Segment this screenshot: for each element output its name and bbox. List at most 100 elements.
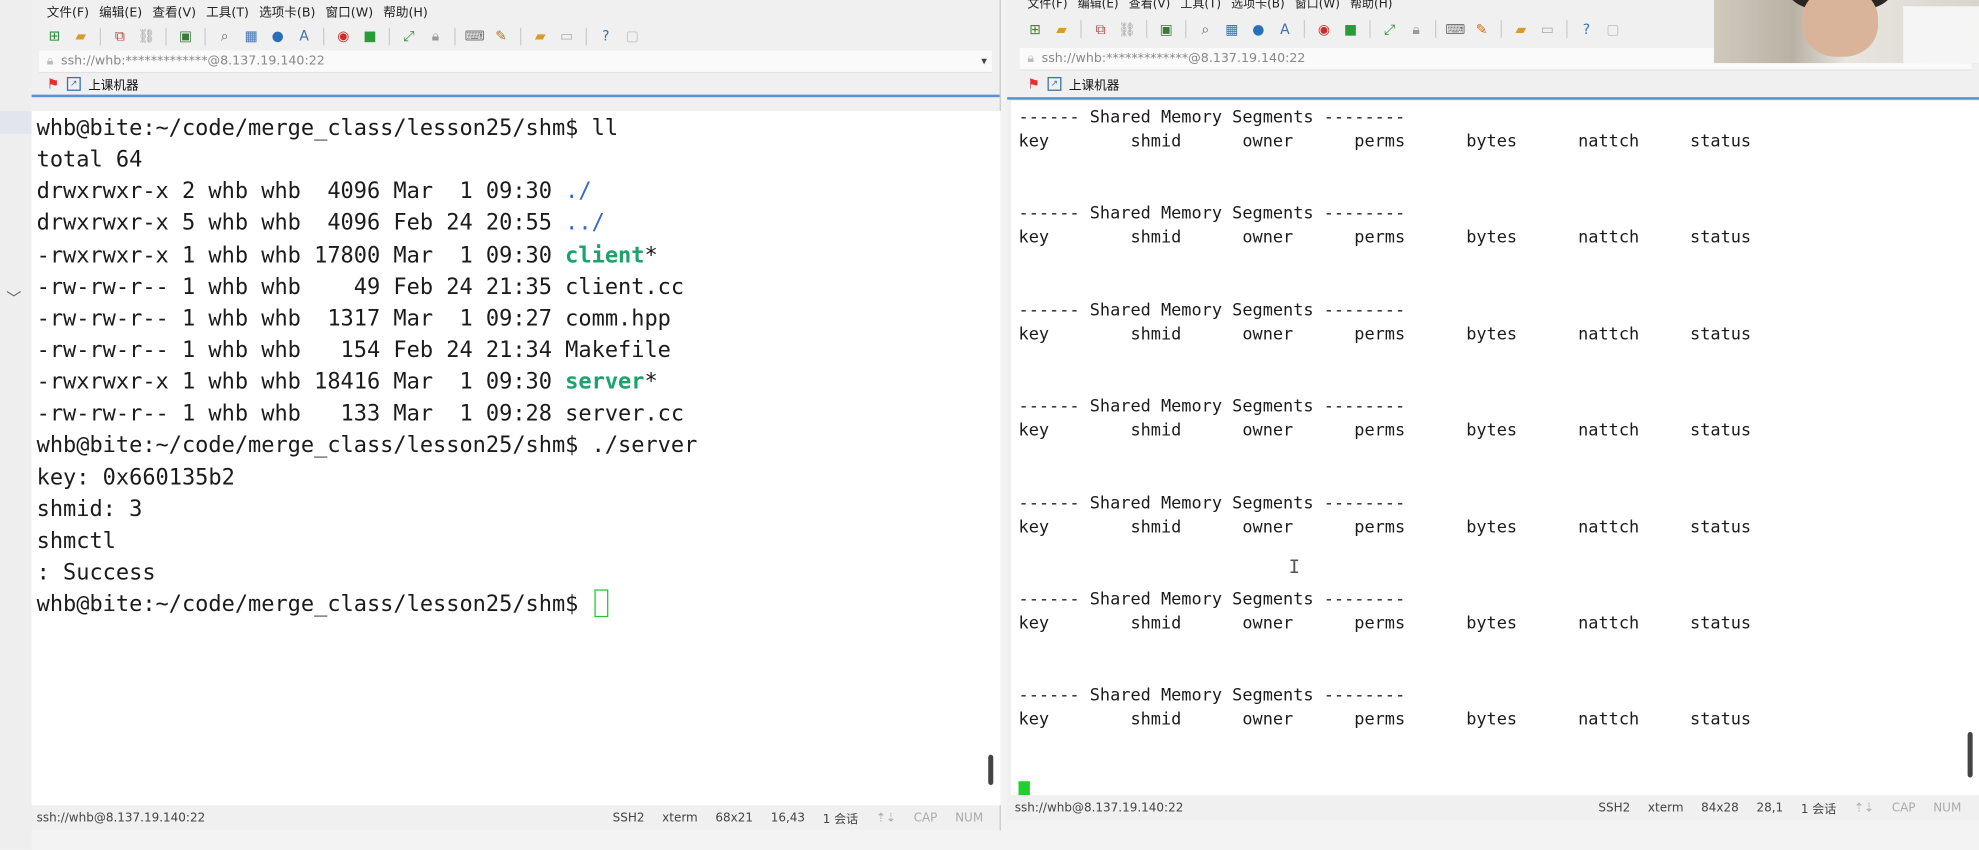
- file-listing-row: drwxrwxr-x 5 whb whb 4096 Feb 24 20:55 .…: [37, 209, 1001, 241]
- status-protocol: SSH2: [612, 810, 645, 825]
- menu-tools[interactable]: 工具(T): [1180, 0, 1221, 10]
- toolbar-divider: [1185, 20, 1187, 38]
- text-cursor: [594, 589, 609, 618]
- chat-icon[interactable]: ▢: [1603, 20, 1623, 38]
- menu-view[interactable]: 查看(V): [152, 1, 196, 20]
- keyboard-icon[interactable]: ⌨: [1445, 20, 1465, 38]
- toolbar: ⊞ ▰ ⧉ ⛓ ▣ ⌕ ▦ ● A ◉ ■ ⤢ 🔒︎ ⌨ ✎ ▰ ▭ ? ▢: [32, 21, 1000, 50]
- menu-file[interactable]: 文件(F): [1027, 0, 1067, 10]
- compose-icon[interactable]: ▭: [557, 27, 577, 45]
- file-listing: drwxrwxr-x 2 whb whb 4096 Mar 1 09:30 ./…: [37, 177, 1001, 431]
- open-folder-icon[interactable]: ▰: [1051, 20, 1071, 38]
- file-meta: -rw-rw-r-- 1 whb whb 133 Mar 1 09:28: [36, 401, 566, 427]
- tab-session[interactable]: 上课机器: [1069, 74, 1119, 94]
- globe-icon[interactable]: ●: [1248, 20, 1268, 38]
- link-icon[interactable]: ⛓: [1117, 20, 1137, 38]
- menu-help[interactable]: 帮助(H): [1350, 0, 1392, 10]
- font-icon[interactable]: A: [1275, 20, 1295, 38]
- bookmark-icon[interactable]: ⚑: [1027, 76, 1039, 92]
- menu-help[interactable]: 帮助(H): [383, 1, 428, 20]
- shm-columns-row: key shmid owner perms bytes nattch statu…: [1018, 614, 1752, 634]
- layout-icon[interactable]: ▦: [1222, 20, 1242, 38]
- search-icon[interactable]: ⌕: [1195, 20, 1215, 38]
- scrollbar[interactable]: [988, 754, 994, 786]
- script-icon[interactable]: ▰: [530, 27, 550, 45]
- scrollbar[interactable]: [1967, 732, 1973, 778]
- terminal-line: : Success: [36, 560, 156, 586]
- chat-icon[interactable]: ▢: [622, 27, 642, 45]
- xftp-icon[interactable]: ◉: [1314, 20, 1334, 38]
- properties-icon[interactable]: ▣: [1156, 20, 1176, 38]
- link-icon[interactable]: ⛓: [136, 27, 156, 45]
- session-tab-icon: ↗: [66, 76, 81, 91]
- highlight-icon[interactable]: ✎: [491, 27, 511, 45]
- toolbar-divider: [1566, 20, 1568, 38]
- menu-window[interactable]: 窗口(W): [326, 1, 374, 20]
- text-cursor: [1018, 780, 1030, 796]
- compose-icon[interactable]: ▭: [1537, 20, 1557, 38]
- toolbar-divider: [323, 27, 325, 45]
- menu-edit[interactable]: 编辑(E): [99, 1, 142, 20]
- new-session-icon[interactable]: ⊞: [44, 27, 64, 45]
- shm-segments-header: ------ Shared Memory Segments --------: [1018, 590, 1406, 610]
- toolbar-divider: [1500, 20, 1502, 38]
- menu-tools[interactable]: 工具(T): [206, 1, 249, 20]
- tab-session[interactable]: 上课机器: [88, 74, 138, 94]
- lock-icon[interactable]: 🔒︎: [1406, 20, 1426, 38]
- xftp-icon[interactable]: ◉: [333, 27, 353, 45]
- status-sessions[interactable]: 1 会话: [823, 809, 858, 827]
- file-name: server: [565, 369, 645, 396]
- globe-icon[interactable]: ●: [268, 27, 288, 45]
- status-sessions[interactable]: 1 会话: [1801, 799, 1836, 817]
- terminal-window-right: 文件(F) 编辑(E) 查看(V) 工具(T) 选项卡(B) 窗口(W) 帮助(…: [1007, 0, 1979, 821]
- file-listing-row: -rw-rw-r-- 1 whb whb 133 Mar 1 09:28 ser…: [37, 399, 1001, 431]
- session-tabs: ⚑ ↗ 上课机器: [1007, 71, 1979, 100]
- keyboard-icon[interactable]: ⌨: [464, 27, 485, 45]
- chevron-down-icon[interactable]: ﹀: [6, 288, 21, 309]
- toolbar-divider: [519, 27, 522, 45]
- file-listing-row: -rw-rw-r-- 1 whb whb 1317 Mar 1 09:27 co…: [37, 304, 1001, 336]
- menu-edit[interactable]: 编辑(E): [1078, 0, 1119, 10]
- properties-icon[interactable]: ▣: [175, 27, 195, 45]
- address-text: ssh://whb:*************@8.137.19.140:22: [60, 54, 325, 69]
- menu-tabs[interactable]: 选项卡(B): [1231, 0, 1285, 10]
- fullscreen-icon[interactable]: ⤢: [1379, 20, 1399, 38]
- lock-icon[interactable]: 🔒︎: [425, 27, 445, 45]
- menu-tabs[interactable]: 选项卡(B): [259, 1, 315, 20]
- copy-icon[interactable]: ⧉: [1090, 20, 1110, 38]
- open-folder-icon[interactable]: ▰: [71, 27, 91, 45]
- new-session-icon[interactable]: ⊞: [1025, 20, 1045, 38]
- toolbar-divider: [99, 27, 101, 45]
- copy-icon[interactable]: ⧉: [110, 27, 130, 45]
- terminal-output[interactable]: whb@bite:~/code/merge_class/lesson25/shm…: [31, 111, 1001, 806]
- chevron-down-icon[interactable]: ▾: [981, 55, 987, 68]
- toolbar-divider: [388, 27, 390, 45]
- file-meta: drwxrwxr-x 2 whb whb 4096 Mar 1 09:30: [36, 179, 566, 205]
- shm-columns-row: key shmid owner perms bytes nattch statu…: [1018, 710, 1752, 730]
- menu-file[interactable]: 文件(F): [47, 1, 89, 20]
- xmanager-icon[interactable]: ■: [1340, 20, 1360, 38]
- menu-window[interactable]: 窗口(W): [1295, 0, 1340, 10]
- status-num: NUM: [955, 810, 984, 825]
- terminal-prompt-line: whb@bite:~/code/merge_class/lesson25/shm…: [37, 589, 1001, 622]
- highlight-icon[interactable]: ✎: [1472, 20, 1492, 38]
- script-icon[interactable]: ▰: [1511, 20, 1531, 38]
- terminal-output[interactable]: ------ Shared Memory Segments -------- ke…: [1010, 100, 1979, 796]
- terminal-line: shmctl: [36, 528, 116, 554]
- bookmark-icon[interactable]: ⚑: [47, 76, 59, 92]
- help-icon[interactable]: ?: [1576, 20, 1596, 38]
- font-icon[interactable]: A: [294, 27, 314, 45]
- layout-icon[interactable]: ▦: [241, 27, 261, 45]
- address-bar[interactable]: 🔒︎ ssh://whb:*************@8.137.19.140:…: [39, 50, 993, 74]
- help-icon[interactable]: ?: [596, 27, 616, 45]
- menu-view[interactable]: 查看(V): [1129, 0, 1171, 10]
- fullscreen-icon[interactable]: ⤢: [399, 27, 419, 45]
- xmanager-icon[interactable]: ■: [360, 27, 380, 45]
- webcam-person: [1802, 0, 1879, 57]
- shm-columns-row: key shmid owner perms bytes nattch statu…: [1018, 518, 1752, 538]
- search-icon[interactable]: ⌕: [215, 27, 235, 45]
